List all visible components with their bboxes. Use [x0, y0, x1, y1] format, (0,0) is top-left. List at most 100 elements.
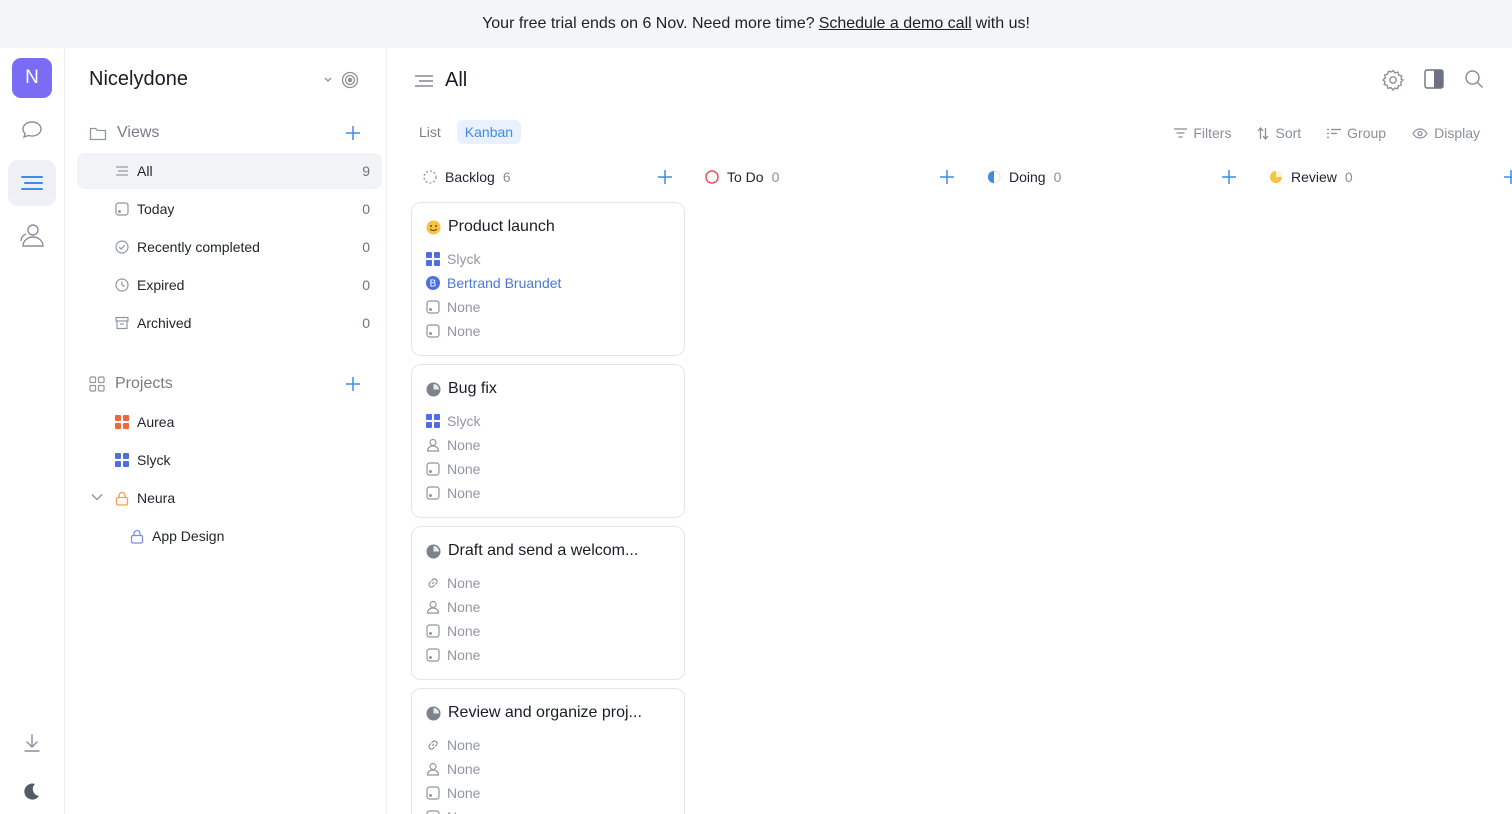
banner-suffix: with us! [975, 15, 1030, 32]
sidebar-item-label: Recently completed [137, 239, 260, 255]
column-name: Review [1291, 169, 1337, 185]
search-icon[interactable] [1464, 69, 1484, 91]
card-assignee[interactable]: None [426, 437, 480, 453]
sidebar-item-today[interactable]: Today 0 [77, 191, 382, 227]
add-project-button[interactable] [345, 376, 361, 392]
card-assignee[interactable]: None [426, 761, 480, 777]
card-project[interactable]: Slyck [426, 413, 480, 429]
column-header-backlog: Backlog 6 [423, 167, 511, 187]
add-card-review-button[interactable] [1503, 169, 1512, 185]
card-start-date[interactable]: None [426, 485, 480, 501]
panel-toggle-icon[interactable] [1424, 69, 1444, 91]
download-icon[interactable] [8, 720, 56, 766]
display-label: Display [1434, 125, 1480, 141]
assignee-avatar-icon: B [426, 276, 440, 290]
backlog-status-icon [423, 170, 437, 184]
sidebar-item-recently-completed[interactable]: Recently completed 0 [77, 229, 382, 265]
card-prop-value: None [447, 437, 481, 453]
lock-icon [115, 491, 129, 506]
group-button[interactable]: Group [1327, 125, 1386, 141]
sidebar-item-expired[interactable]: Expired 0 [77, 267, 382, 303]
sidebar-item-archived[interactable]: Archived 0 [77, 305, 382, 341]
projects-label: Projects [115, 375, 173, 392]
menu-icon[interactable] [415, 74, 433, 88]
chevron-down-icon[interactable] [91, 493, 103, 501]
pie-status-icon [426, 544, 441, 559]
calendar-icon [426, 624, 440, 638]
sidebar-item-all[interactable]: All 9 [77, 153, 382, 189]
gear-icon[interactable] [1382, 69, 1404, 91]
column-count: 6 [502, 169, 511, 185]
card-prop-value: None [447, 575, 481, 591]
group-icon [1327, 128, 1342, 139]
sidebar-item-label: All [137, 163, 153, 179]
sidebar-item-neura[interactable]: Neura [77, 480, 382, 516]
add-card-backlog-button[interactable] [657, 169, 673, 185]
column-name: To Do [727, 169, 764, 185]
add-view-button[interactable] [345, 125, 361, 141]
filter-icon [1174, 128, 1188, 138]
sidebar-item-label: Today [137, 201, 175, 217]
display-button[interactable]: Display [1412, 125, 1480, 141]
sidebar-item-aurea[interactable]: Aurea [77, 404, 382, 440]
person-icon [426, 600, 440, 614]
chevron-down-icon[interactable] [323, 76, 333, 84]
page-title-row: All [415, 69, 467, 92]
card-prop-value: None [447, 323, 481, 339]
card-prop-value: None [447, 485, 481, 501]
tab-list[interactable]: List [411, 120, 449, 144]
card-due-date[interactable]: None [426, 623, 480, 639]
card-start-date[interactable]: None [426, 323, 480, 339]
card-prop-value: Slyck [447, 251, 481, 267]
column-name: Backlog [445, 169, 495, 185]
project-grid-icon [426, 414, 440, 428]
card-project[interactable]: None [426, 737, 480, 753]
sidebar-item-slyck[interactable]: Slyck [77, 442, 382, 478]
card-due-date[interactable]: None [426, 461, 480, 477]
card-start-date[interactable]: None [426, 647, 480, 663]
card-due-date[interactable]: None [426, 299, 480, 315]
task-card[interactable]: Product launch Slyck B Bertrand Bruandet… [411, 202, 685, 356]
task-card[interactable]: Draft and send a welcom... None None Non… [411, 526, 685, 680]
card-start-date[interactable]: N [426, 809, 457, 814]
calendar-icon [115, 202, 129, 216]
card-title: Draft and send a welcom... [448, 542, 639, 559]
link-icon [426, 738, 440, 752]
card-due-date[interactable]: None [426, 785, 480, 801]
schedule-demo-link[interactable]: Schedule a demo call [819, 15, 972, 33]
filters-label: Filters [1193, 125, 1232, 141]
sidebar-item-count: 0 [362, 277, 370, 293]
workspace-avatar[interactable]: N [12, 58, 52, 98]
chat-icon[interactable] [8, 108, 56, 154]
filters-button[interactable]: Filters [1174, 125, 1231, 141]
view-tabs: List Kanban [411, 120, 522, 144]
check-circle-icon [115, 240, 129, 254]
tab-kanban[interactable]: Kanban [456, 120, 522, 144]
card-prop-value: Bertrand Bruandet [447, 275, 562, 291]
card-project[interactable]: None [426, 575, 480, 591]
tasks-icon[interactable] [8, 160, 56, 206]
dark-mode-icon[interactable] [8, 768, 56, 814]
icon-rail: N [0, 48, 65, 814]
card-project[interactable]: Slyck [426, 251, 480, 267]
card-title-row: Draft and send a welcom... [426, 542, 638, 560]
radar-icon[interactable] [341, 71, 359, 89]
card-assignee[interactable]: B Bertrand Bruandet [426, 275, 561, 291]
add-card-todo-button[interactable] [939, 169, 955, 185]
views-section-header: Views [89, 121, 371, 145]
add-card-doing-button[interactable] [1221, 169, 1237, 185]
task-card[interactable]: Bug fix Slyck None None None [411, 364, 685, 518]
calendar-icon [426, 786, 440, 800]
sidebar-item-count: 0 [362, 315, 370, 331]
sidebar-item-app-design[interactable]: App Design [77, 518, 382, 554]
card-assignee[interactable]: None [426, 599, 480, 615]
column-name: Doing [1009, 169, 1046, 185]
sort-button[interactable]: Sort [1257, 125, 1301, 141]
card-prop-value: None [447, 761, 481, 777]
task-card[interactable]: Review and organize proj... None None No… [411, 688, 685, 814]
sidebar: Nicelydone Views All 9 Today 0 Recently … [65, 48, 387, 814]
workspace-name[interactable]: Nicelydone [89, 68, 188, 91]
team-icon[interactable] [8, 212, 56, 258]
person-icon [426, 762, 440, 776]
calendar-icon [426, 462, 440, 476]
